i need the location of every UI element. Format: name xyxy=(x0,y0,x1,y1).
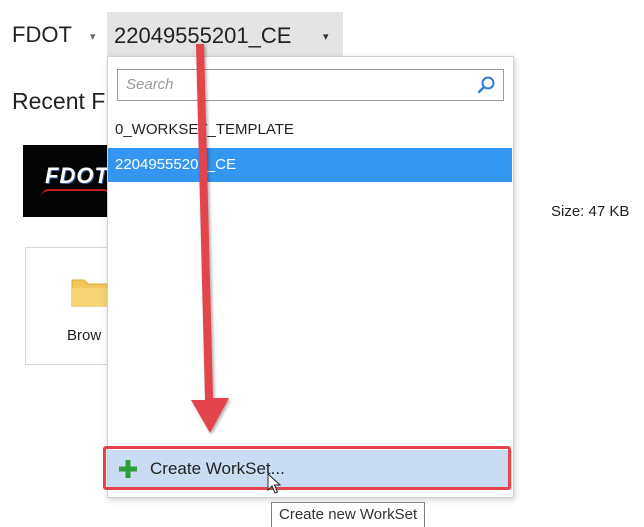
search-input[interactable] xyxy=(118,70,466,98)
breadcrumb-active-dropdown[interactable]: 22049555201_CE ▾ xyxy=(107,12,343,56)
page: FDOT ▾ 22049555201_CE ▾ Recent F FDOT Br… xyxy=(0,0,644,527)
workset-item-selected[interactable]: 22049555201_CE xyxy=(108,148,512,182)
create-workset-label: Create WorkSet... xyxy=(150,459,285,478)
workset-item-template[interactable]: 0_WORKSET_TEMPLATE xyxy=(108,113,512,147)
create-workset-button[interactable]: Create WorkSet... xyxy=(108,450,512,490)
chevron-down-icon[interactable]: ▾ xyxy=(90,30,96,43)
browse-label: Brow xyxy=(67,327,102,344)
cursor-icon xyxy=(267,473,282,494)
workset-item-label: 0_WORKSET_TEMPLATE xyxy=(115,121,294,138)
file-size-text: Size: 47 KB xyxy=(551,203,630,220)
chevron-down-icon: ▾ xyxy=(323,31,329,43)
thumbnail-swoosh xyxy=(41,189,111,197)
search-icon[interactable] xyxy=(476,75,496,95)
tooltip: Create new WorkSet xyxy=(271,502,426,527)
search-box[interactable] xyxy=(117,69,504,101)
plus-icon xyxy=(119,460,137,478)
workset-item-label: 22049555201_CE xyxy=(115,156,236,173)
thumbnail-logo-text: FDOT xyxy=(45,163,109,188)
recent-files-heading: Recent F xyxy=(12,88,106,114)
breadcrumb-active-label: 22049555201_CE xyxy=(114,23,292,48)
workset-dropdown: 0_WORKSET_TEMPLATE 22049555201_CE Create… xyxy=(107,56,514,498)
breadcrumb-root[interactable]: FDOT xyxy=(12,22,72,48)
folder-icon xyxy=(71,279,109,307)
